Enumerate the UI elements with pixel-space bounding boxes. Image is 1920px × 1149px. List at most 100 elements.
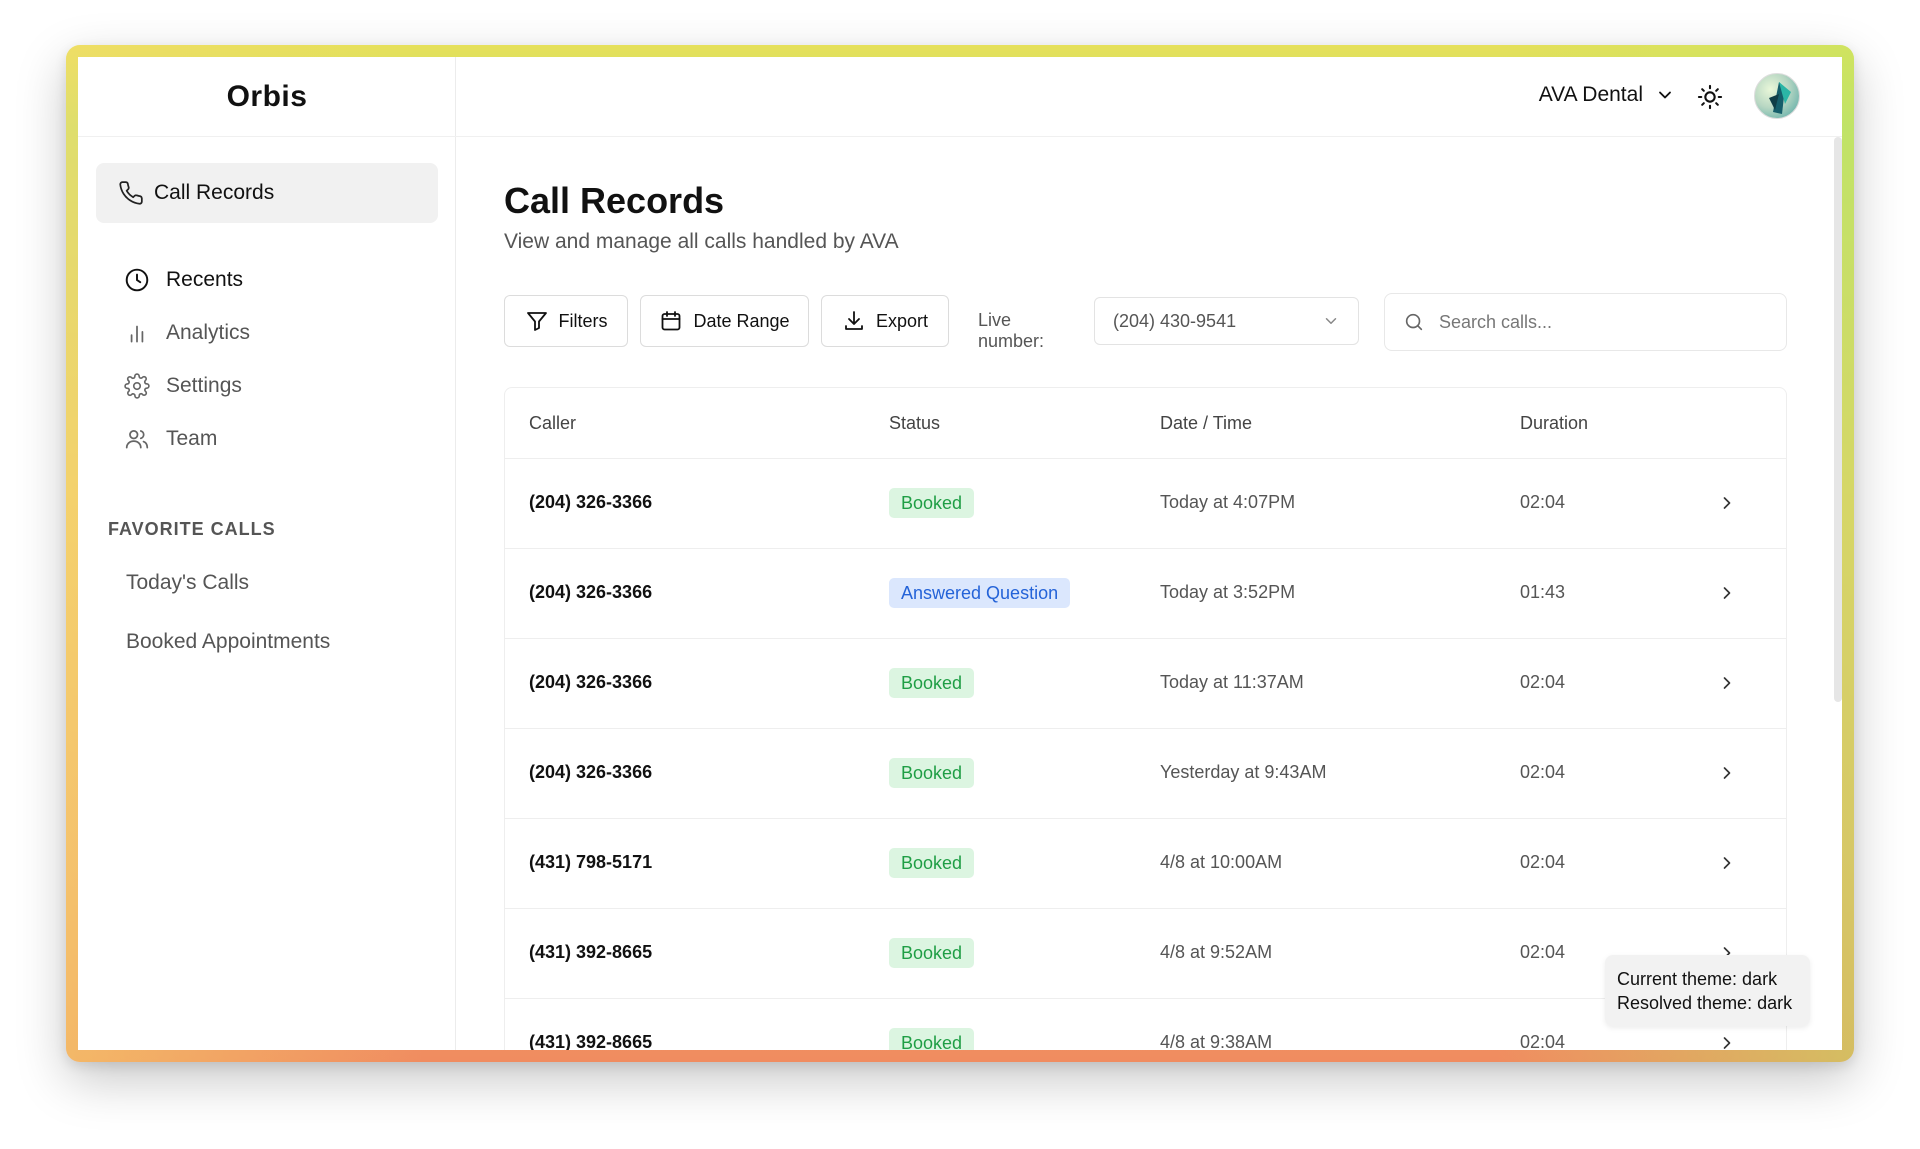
call-datetime: Today at 4:07PM <box>1160 492 1296 512</box>
call-duration: 02:04 <box>1520 852 1566 872</box>
status-badge: Booked <box>889 1028 975 1050</box>
chevron-right-icon[interactable] <box>1717 1033 1737 1050</box>
status-cell: Booked <box>889 488 975 518</box>
status-badge: Answered Question <box>889 578 1071 608</box>
status-cell: Answered Question <box>889 578 1071 608</box>
filters-label: Filters <box>558 310 608 331</box>
table-row[interactable]: (431) 798-5171 Booked 4/8 at 10:00AM 02:04 <box>505 819 1786 909</box>
call-duration: 02:04 <box>1520 762 1566 782</box>
call-duration: 02:04 <box>1520 942 1566 962</box>
sidebar-item-settings[interactable]: Settings <box>124 359 250 412</box>
caller-number: (431) 798-5171 <box>529 852 653 872</box>
status-cell: Booked <box>889 938 975 968</box>
gear-icon <box>124 372 150 399</box>
call-datetime: Today at 11:37AM <box>1160 672 1304 692</box>
bar-chart-icon <box>124 320 150 346</box>
table-row[interactable]: (204) 326-3366 Booked Today at 4:07PM 02:04 <box>505 459 1786 549</box>
export-button[interactable]: Export <box>821 295 949 347</box>
table-row[interactable]: (431) 392-8665 Booked 4/8 at 9:52AM 02:04 <box>505 909 1786 999</box>
caller-number: (204) 326-3366 <box>529 762 653 782</box>
chevron-right-icon[interactable] <box>1717 853 1737 873</box>
caller-number: (204) 326-3366 <box>529 672 653 692</box>
logo[interactable]: Orbis <box>78 57 456 137</box>
status-cell: Booked <box>889 848 975 878</box>
app-window-frame: Orbis Call Records Recents Analytics Set… <box>66 45 1854 1062</box>
chevron-right-icon[interactable] <box>1717 763 1737 783</box>
call-datetime: Today at 3:52PM <box>1160 582 1296 602</box>
sidebar-nav: Recents Analytics Settings Team <box>124 253 250 465</box>
call-duration: 01:43 <box>1520 582 1566 602</box>
chevron-down-icon <box>1322 312 1340 330</box>
table-row[interactable]: (204) 326-3366 Booked Yesterday at 9:43AM 0… <box>505 729 1786 819</box>
org-switcher[interactable]: AVA Dental <box>1539 83 1675 107</box>
org-name: AVA Dental <box>1538 83 1643 106</box>
call-records-table: Caller Status Date / Time Duration (204)… <box>504 387 1787 1050</box>
status-cell: Booked <box>889 1028 975 1050</box>
search-icon <box>1403 311 1425 333</box>
phone-icon <box>118 180 144 206</box>
favorites-heading: FAVORITE CALLS <box>108 519 276 539</box>
theme-toggle-button[interactable] <box>1696 83 1724 111</box>
status-cell: Booked <box>889 758 975 788</box>
sun-icon <box>1696 83 1724 111</box>
sidebar: Orbis Call Records Recents Analytics Set… <box>78 57 456 1050</box>
page-title: Call Records <box>504 180 725 221</box>
status-badge: Booked <box>889 938 975 968</box>
sidebar-item-recents[interactable]: Recents <box>124 253 250 306</box>
favorite-item-todays-calls[interactable]: Today's Calls <box>126 571 330 630</box>
sidebar-item-analytics[interactable]: Analytics <box>124 306 250 359</box>
search-placeholder: Search calls... <box>1439 311 1553 332</box>
status-badge: Booked <box>889 758 975 788</box>
caller-number: (431) 392-8665 <box>529 1032 653 1050</box>
sidebar-item-call-records[interactable]: Call Records <box>96 163 438 223</box>
sidebar-item-label: Recents <box>166 267 244 291</box>
status-badge: Booked <box>889 668 975 698</box>
status-badge: Booked <box>889 488 975 518</box>
avatar[interactable] <box>1754 73 1800 119</box>
calendar-icon <box>659 309 683 333</box>
call-datetime: 4/8 at 9:52AM <box>1160 942 1273 962</box>
filter-icon <box>525 309 549 333</box>
call-datetime: 4/8 at 9:38AM <box>1160 1032 1273 1050</box>
sidebar-item-label: Team <box>166 426 218 450</box>
column-header-datetime[interactable]: Date / Time <box>1160 413 1252 434</box>
caller-number: (204) 326-3366 <box>529 582 653 602</box>
table-row[interactable]: (431) 392-8665 Booked 4/8 at 9:38AM 02:04 <box>505 999 1786 1050</box>
date-range-button[interactable]: Date Range <box>640 295 809 347</box>
app-window: Orbis Call Records Recents Analytics Set… <box>78 57 1842 1050</box>
caller-number: (204) 326-3366 <box>529 492 653 512</box>
live-number-label: Live number: <box>978 310 1045 351</box>
favorite-item-booked-appointments[interactable]: Booked Appointments <box>126 630 330 689</box>
live-number-value: (204) 430-9541 <box>1113 310 1237 331</box>
sidebar-item-team[interactable]: Team <box>124 412 250 465</box>
status-badge: Booked <box>889 848 975 878</box>
filters-button[interactable]: Filters <box>504 295 628 347</box>
column-header-status[interactable]: Status <box>889 413 940 434</box>
search-input[interactable]: Search calls... <box>1384 293 1787 351</box>
column-header-caller[interactable]: Caller <box>529 413 576 434</box>
live-number-select[interactable]: (204) 430-9541 <box>1094 297 1359 345</box>
table-body: (204) 326-3366 Booked Today at 4:07PM 02:04… <box>505 459 1786 1050</box>
status-cell: Booked <box>889 668 975 698</box>
chevron-right-icon[interactable] <box>1717 583 1737 603</box>
call-duration: 02:04 <box>1520 492 1566 512</box>
favorites-list: Today's Calls Booked Appointments <box>126 571 330 689</box>
scrollbar[interactable] <box>1834 137 1842 702</box>
call-duration: 02:04 <box>1520 1032 1566 1050</box>
table-row[interactable]: (204) 326-3366 Booked Today at 11:37AM 02:0… <box>505 639 1786 729</box>
date-range-label: Date Range <box>693 310 790 331</box>
sidebar-item-label: Settings <box>166 373 242 397</box>
sidebar-item-label: Analytics <box>166 320 251 344</box>
theme-tooltip: Current theme: dark Resolved theme: dark <box>1605 955 1810 1026</box>
caller-number: (431) 392-8665 <box>529 942 653 962</box>
table-header: Caller Status Date / Time Duration <box>505 388 1786 459</box>
chevron-right-icon[interactable] <box>1717 673 1737 693</box>
sidebar-item-label: Call Records <box>154 181 275 204</box>
table-row[interactable]: (204) 326-3366 Answered Question Today at … <box>505 549 1786 639</box>
chevron-right-icon[interactable] <box>1717 493 1737 513</box>
column-header-duration[interactable]: Duration <box>1520 413 1588 434</box>
logo-text: Orbis <box>226 79 308 113</box>
call-duration: 02:04 <box>1520 672 1566 692</box>
users-icon <box>124 426 150 452</box>
call-datetime: 4/8 at 10:00AM <box>1160 852 1283 872</box>
